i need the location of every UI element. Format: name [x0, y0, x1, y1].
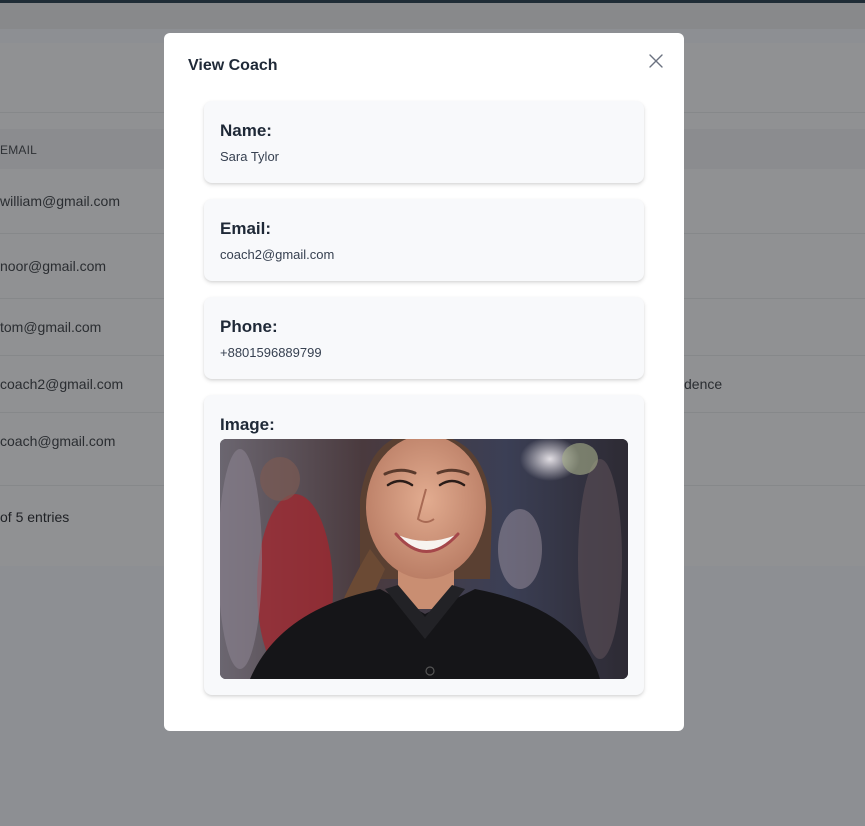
row-extra-text: dence	[684, 376, 723, 392]
phone-label: Phone:	[220, 317, 278, 336]
row-email: coach@gmail.com	[0, 433, 116, 449]
phone-card: Phone: +8801596889799	[204, 297, 644, 379]
image-label: Image:	[220, 415, 275, 434]
row-email: tom@gmail.com	[0, 319, 102, 335]
row-email: noor@gmail.com	[0, 258, 107, 274]
name-card: Name: Sara Tylor	[204, 101, 644, 183]
name-label: Name:	[220, 121, 272, 140]
sub-navbar	[0, 3, 865, 29]
modal-title: View Coach	[188, 57, 278, 74]
row-email: william@gmail.com	[0, 193, 121, 209]
pagination-info: of 5 entries	[0, 509, 70, 525]
coach-portrait-image	[220, 439, 628, 679]
column-header-email: EMAIL	[0, 143, 38, 157]
phone-value: +8801596889799	[220, 345, 322, 360]
coach-photo	[220, 439, 628, 679]
close-icon	[649, 54, 663, 68]
row-email: coach2@gmail.com	[0, 376, 124, 392]
view-coach-modal: View Coach Name: Sara Tylor Email: coach…	[164, 33, 684, 731]
image-card: Image:	[204, 395, 644, 695]
email-card: Email: coach2@gmail.com	[204, 199, 644, 281]
close-button[interactable]	[646, 51, 666, 71]
email-label: Email:	[220, 219, 272, 238]
email-value: coach2@gmail.com	[220, 247, 335, 262]
name-value: Sara Tylor	[220, 149, 280, 164]
